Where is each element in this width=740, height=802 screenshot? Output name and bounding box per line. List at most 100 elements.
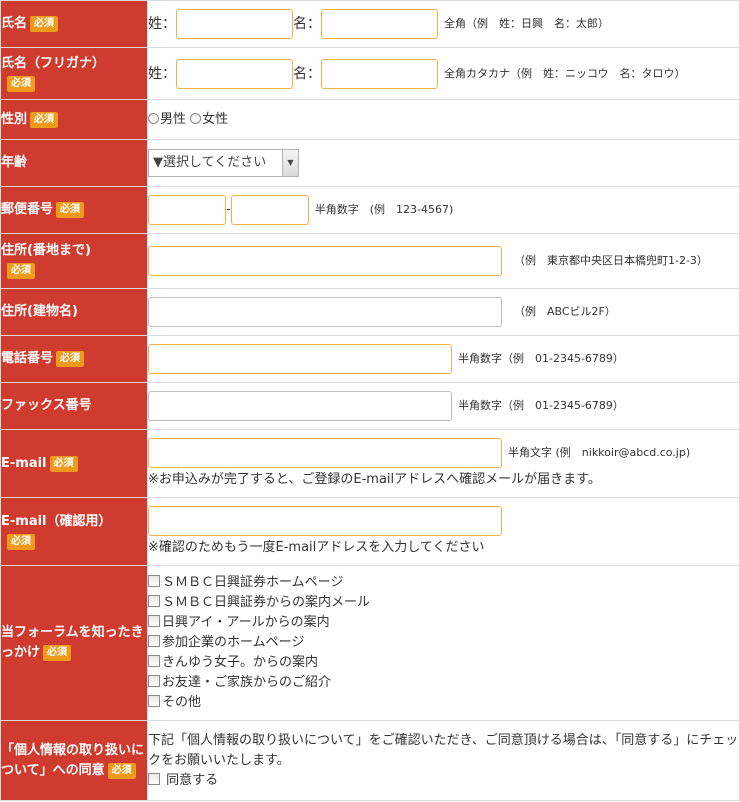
zip-hint: 半角数字 (例 123-4567) bbox=[314, 203, 454, 216]
label-zip: 郵便番号 bbox=[1, 202, 54, 217]
row-zip: 郵便番号 必須 - 半角数字 (例 123-4567) bbox=[0, 186, 740, 234]
zip-separator: - bbox=[226, 202, 231, 217]
required-badge: 必須 bbox=[49, 455, 78, 472]
source-option[interactable]: きんゆう女子。からの案内 bbox=[148, 653, 739, 673]
gender-male-option[interactable]: 男性 bbox=[148, 112, 186, 127]
sei-kana-label: 姓： bbox=[148, 65, 176, 82]
source-option[interactable]: 参加企業のホームページ bbox=[148, 633, 739, 653]
label-cell-kana: 氏名（フリガナ） 必須 bbox=[0, 47, 148, 100]
source-option[interactable]: ＳＭＢＣ日興証券ホームページ bbox=[148, 573, 739, 593]
required-badge: 必須 bbox=[30, 16, 59, 32]
row-name: 氏名 必須 姓： 名： 全角（例 姓：日興 名：太郎） bbox=[0, 0, 740, 48]
source-option-label: ＳＭＢＣ日興証券ホームページ bbox=[162, 575, 344, 590]
label-cell-address2: 住所(建物名) bbox=[0, 288, 148, 336]
field-cell-age: ▼選択してください ▼ bbox=[147, 139, 740, 187]
source-option[interactable]: 日興アイ・アールからの案内 bbox=[148, 613, 739, 633]
privacy-agree-option[interactable]: 同意する bbox=[148, 771, 739, 791]
zip-first-input[interactable] bbox=[148, 195, 226, 225]
source-option[interactable]: その他 bbox=[148, 693, 739, 713]
address1-input[interactable] bbox=[148, 246, 502, 276]
row-age: 年齢 ▼選択してください ▼ bbox=[0, 139, 740, 187]
label-cell-email: E-mail 必須 bbox=[0, 429, 148, 498]
male-radio[interactable] bbox=[148, 112, 159, 124]
application-form: 氏名 必須 姓： 名： 全角（例 姓：日興 名：太郎） 氏名（フリガナ） 必須 姓：… bbox=[0, 0, 740, 801]
label-cell-address1: 住所(番地まで) 必須 bbox=[0, 233, 148, 289]
source-option-label: ＳＭＢＣ日興証券からの案内メール bbox=[162, 595, 371, 610]
row-email-confirm: E-mail（確認用） 必須 ※確認のためもう一度E-mailアドレスを入力してく… bbox=[0, 497, 740, 566]
label-gender: 性別 bbox=[1, 111, 28, 127]
field-cell-address1: （例 東京都中央区日本橋兜町1-2-3） bbox=[147, 233, 740, 289]
field-cell-email: 半角文字 (例 nikkoir@abcd.co.jp) ※お申込みが完了すると、… bbox=[147, 429, 740, 498]
label-name: 氏名 bbox=[1, 16, 28, 31]
address1-hint: （例 東京都中央区日本橋兜町1-2-3） bbox=[514, 254, 708, 267]
female-radio[interactable] bbox=[190, 112, 202, 124]
label-cell-fax: ファックス番号 bbox=[0, 382, 148, 430]
source-option[interactable]: ＳＭＢＣ日興証券からの案内メール bbox=[148, 593, 739, 613]
male-label: 男性 bbox=[160, 111, 187, 127]
required-badge: 必須 bbox=[107, 762, 136, 779]
label-kana: 氏名（フリガナ） bbox=[1, 55, 106, 71]
source-option-label: きんゆう女子。からの案内 bbox=[162, 655, 319, 670]
row-address1: 住所(番地まで) 必須 （例 東京都中央区日本橋兜町1-2-3） bbox=[0, 233, 740, 289]
label-cell-email-confirm: E-mail（確認用） 必須 bbox=[0, 497, 148, 566]
zip-second-input[interactable] bbox=[230, 195, 309, 225]
last-name-input[interactable] bbox=[176, 9, 293, 39]
mei-label: 名： bbox=[293, 16, 321, 32]
first-name-kana-input[interactable] bbox=[321, 58, 438, 89]
field-cell-source: ＳＭＢＣ日興証券ホームページ ＳＭＢＣ日興証券からの案内メール 日興アイ・アール… bbox=[147, 565, 740, 721]
mei-kana-label: 名： bbox=[293, 65, 321, 82]
fax-input[interactable] bbox=[148, 391, 452, 421]
email-hint: 半角文字 (例 nikkoir@abcd.co.jp) bbox=[508, 445, 691, 459]
label-address2: 住所(建物名) bbox=[1, 304, 78, 319]
field-cell-fax: 半角数字（例 01-2345-6789） bbox=[147, 382, 740, 430]
checkbox[interactable] bbox=[148, 595, 160, 607]
chevron-down-icon[interactable]: ▼ bbox=[282, 150, 298, 176]
source-option[interactable]: お友達・ご家族からのご紹介 bbox=[148, 673, 739, 693]
field-cell-email-confirm: ※確認のためもう一度E-mailアドレスを入力してください bbox=[147, 497, 740, 566]
field-cell-kana: 姓： 名： 全角カタカナ（例 姓：ニッコウ 名：タロウ） bbox=[147, 47, 740, 100]
required-badge: 必須 bbox=[7, 263, 35, 279]
label-cell-source: 当フォーラムを知ったきっかけ 必須 bbox=[0, 565, 148, 721]
field-cell-privacy: 下記「個人情報の取り扱いについて」をご確認いただき、ご同意頂ける場合は、「同意す… bbox=[147, 720, 740, 801]
first-name-input[interactable] bbox=[321, 9, 438, 39]
field-cell-gender: 男性 女性 bbox=[147, 99, 740, 140]
address2-input[interactable] bbox=[148, 297, 502, 327]
checkbox[interactable] bbox=[148, 575, 160, 587]
checkbox[interactable] bbox=[148, 695, 160, 707]
sei-label: 姓： bbox=[148, 16, 176, 32]
checkbox[interactable] bbox=[148, 655, 160, 667]
row-source: 当フォーラムを知ったきっかけ 必須 ＳＭＢＣ日興証券ホームページ ＳＭＢＣ日興証券… bbox=[0, 565, 740, 721]
label-cell-privacy: 「個人情報の取り扱いについて」への同意 必須 bbox=[0, 720, 148, 801]
agree-checkbox[interactable] bbox=[148, 772, 160, 785]
label-cell-name: 氏名 必須 bbox=[0, 0, 148, 48]
label-cell-gender: 性別 必須 bbox=[0, 99, 148, 140]
last-name-kana-input[interactable] bbox=[176, 58, 293, 89]
field-cell-zip: - 半角数字 (例 123-4567) bbox=[147, 186, 740, 234]
tel-input[interactable] bbox=[148, 344, 452, 374]
female-label: 女性 bbox=[202, 111, 229, 127]
row-fax: ファックス番号 半角数字（例 01-2345-6789） bbox=[0, 382, 740, 430]
field-cell-name: 姓： 名： 全角（例 姓：日興 名：太郎） bbox=[147, 0, 740, 48]
email-confirm-input[interactable] bbox=[148, 505, 502, 536]
tel-hint: 半角数字（例 01-2345-6789） bbox=[458, 352, 624, 365]
email-input[interactable] bbox=[148, 437, 502, 468]
label-source: 当フォーラムを知ったきっかけ bbox=[1, 625, 144, 660]
label-cell-zip: 郵便番号 必須 bbox=[0, 186, 148, 234]
age-select[interactable]: ▼選択してください ▼ bbox=[148, 149, 299, 177]
email-confirm-note: ※確認のためもう一度E-mailアドレスを入力してください bbox=[148, 539, 485, 555]
source-option-label: 参加企業のホームページ bbox=[162, 635, 305, 650]
privacy-text: 下記「個人情報の取り扱いについて」をご確認いただき、ご同意頂ける場合は、「同意す… bbox=[148, 732, 739, 768]
required-badge: 必須 bbox=[56, 202, 85, 218]
label-cell-age: 年齢 bbox=[0, 139, 148, 187]
fax-hint: 半角数字（例 01-2345-6789） bbox=[458, 399, 624, 412]
checkbox[interactable] bbox=[148, 635, 160, 647]
label-cell-tel: 電話番号 必須 bbox=[0, 335, 148, 383]
required-badge: 必須 bbox=[30, 111, 59, 128]
name-hint: 全角（例 姓：日興 名：太郎） bbox=[444, 17, 609, 30]
checkbox[interactable] bbox=[148, 675, 160, 687]
gender-female-option[interactable]: 女性 bbox=[190, 112, 228, 127]
source-option-label: その他 bbox=[162, 695, 202, 710]
age-select-value: ▼選択してください bbox=[153, 155, 267, 170]
checkbox[interactable] bbox=[148, 615, 160, 627]
agree-label: 同意する bbox=[166, 772, 219, 788]
